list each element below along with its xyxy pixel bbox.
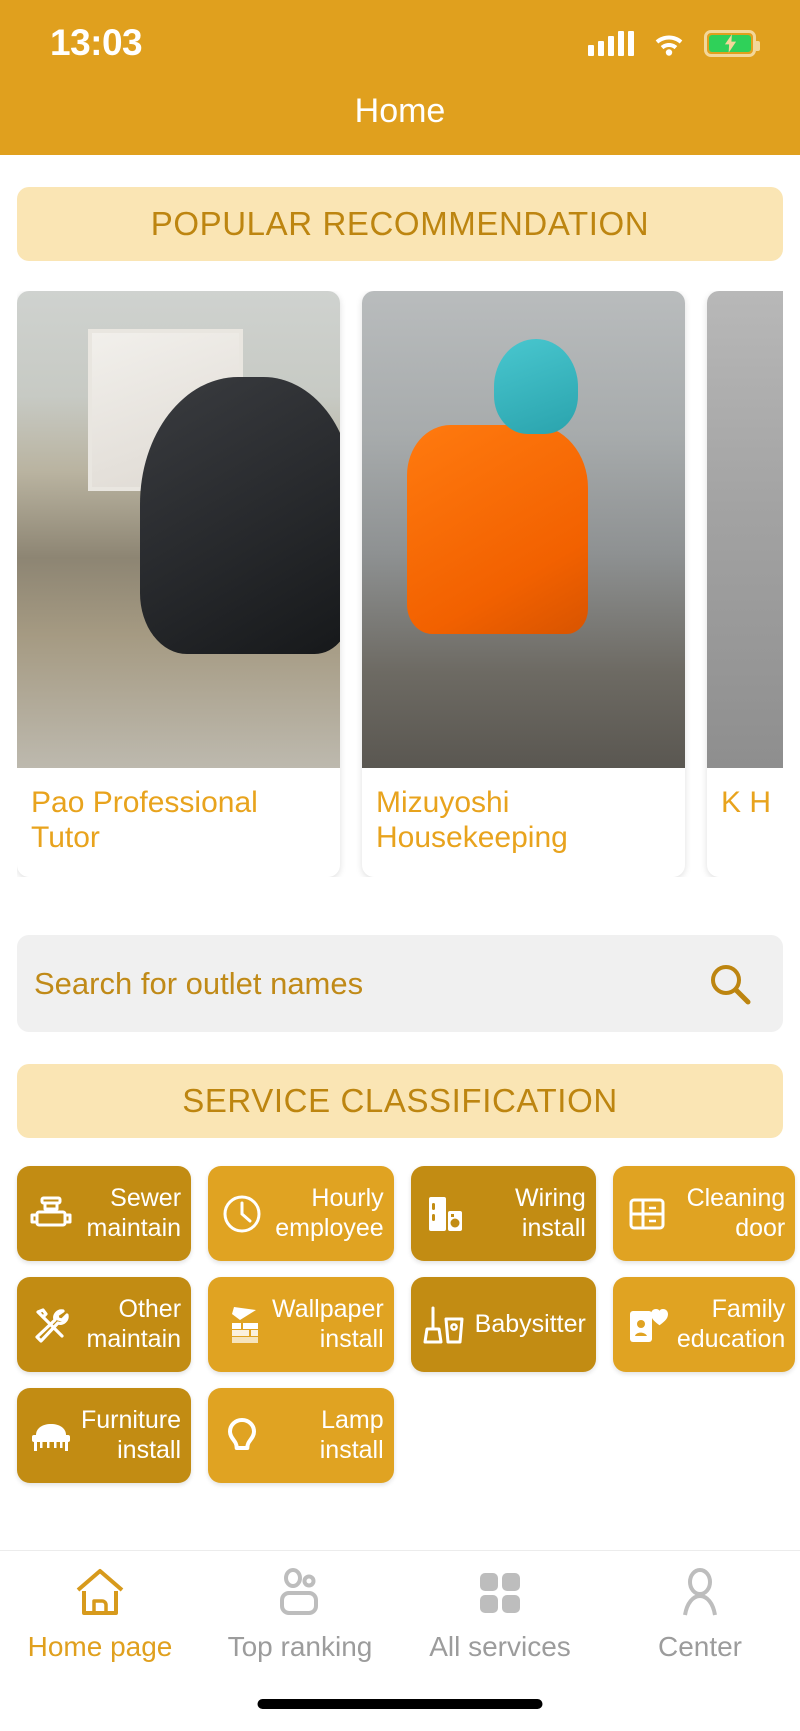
recommendation-card[interactable]: Mizuyoshi Housekeeping <box>362 291 685 877</box>
app-header: 13:03 Home <box>0 0 800 155</box>
third-photo <box>707 291 783 768</box>
service-tile-label: Furniture install <box>81 1406 182 1464</box>
recommendation-card-title: Pao Professional Tutor <box>31 786 258 854</box>
service-tile-label: Wallpaper install <box>272 1295 384 1353</box>
wifi-icon <box>652 30 686 56</box>
people-icon <box>271 1565 329 1621</box>
bottom-navigation: Home page Top ranking All services Cente… <box>0 1550 800 1731</box>
broom-bucket-icon <box>423 1303 467 1347</box>
status-time: 13:03 <box>50 22 143 63</box>
service-tile-babysitter[interactable]: Babysitter <box>410 1277 596 1372</box>
service-tile-sewer-maintain[interactable]: Sewer maintain <box>17 1166 192 1261</box>
status-bar: 13:03 <box>0 0 800 86</box>
service-tile-label: Babysitter <box>474 1309 586 1338</box>
bulb-icon <box>220 1414 264 1458</box>
page-title: Home <box>354 92 446 130</box>
person-heart-icon <box>625 1303 669 1347</box>
search-input[interactable]: Search for outlet names <box>34 966 363 1002</box>
home-indicator <box>257 1699 543 1709</box>
service-tile-label: Other maintain <box>86 1295 182 1353</box>
service-classification-label: SERVICE CLASSIFICATION <box>182 1082 618 1119</box>
appliance-icon <box>423 1192 467 1236</box>
recommendation-card-title: Mizuyoshi Housekeeping <box>376 786 568 854</box>
service-tile-wallpaper-install[interactable]: Wallpaper install <box>208 1277 394 1372</box>
service-tile-label: Sewer maintain <box>86 1184 182 1242</box>
service-tile-furniture-install[interactable]: Furniture install <box>17 1388 192 1483</box>
service-tile-label: Lamp install <box>319 1406 384 1464</box>
recommendation-card[interactable]: K H <box>707 291 783 877</box>
service-tile-label: Cleaning door <box>686 1184 786 1242</box>
tab-label: Center <box>657 1631 743 1662</box>
service-tile-hourly-employee[interactable]: Hourly employee <box>208 1166 394 1261</box>
service-tile-family-education[interactable]: Family education <box>612 1277 796 1372</box>
recommendation-carousel[interactable]: Pao Professional Tutor Mizuyoshi Houseke… <box>17 291 783 877</box>
service-tile-lamp-install[interactable]: Lamp install <box>208 1388 394 1483</box>
service-tile-label: Wiring install <box>515 1184 586 1242</box>
tab-center[interactable]: Center <box>600 1565 800 1731</box>
window-grid-icon <box>625 1192 669 1236</box>
grid-icon <box>471 1565 529 1621</box>
recommendation-card[interactable]: Pao Professional Tutor <box>17 291 340 877</box>
popular-recommendation-banner: POPULAR RECOMMENDATION <box>17 187 783 261</box>
service-tile-other-maintain[interactable]: Other maintain <box>17 1277 192 1372</box>
home-icon <box>71 1565 129 1621</box>
tab-label: Home page <box>27 1631 173 1662</box>
tutor-photo <box>17 291 340 768</box>
search-icon[interactable] <box>705 960 753 1008</box>
service-classification-banner: SERVICE CLASSIFICATION <box>17 1064 783 1138</box>
sewer-pipe-icon <box>29 1192 73 1236</box>
popular-recommendation-label: POPULAR RECOMMENDATION <box>150 205 650 242</box>
recommendation-card-title: K H <box>721 786 772 819</box>
service-tile-label: Family education <box>676 1295 786 1353</box>
search-bar[interactable]: Search for outlet names <box>17 935 783 1032</box>
service-tile-cleaning-door[interactable]: Cleaning door <box>612 1166 796 1261</box>
tab-home-page[interactable]: Home page <box>0 1565 200 1731</box>
service-tile-wiring-install[interactable]: Wiring install <box>410 1166 596 1261</box>
tab-label: Top ranking <box>227 1631 373 1662</box>
trowel-brick-icon <box>220 1303 264 1347</box>
user-icon <box>671 1565 729 1621</box>
bed-icon <box>29 1414 73 1458</box>
cellular-signal-icon <box>588 30 634 56</box>
tools-icon <box>29 1303 73 1347</box>
service-grid: Sewer maintain Hourly employee Wiring in… <box>17 1166 796 1483</box>
tab-label: All services <box>429 1631 571 1662</box>
clock-icon <box>220 1192 264 1236</box>
service-tile-label: Hourly employee <box>275 1184 384 1242</box>
main-content: POPULAR RECOMMENDATION Pao Professional … <box>0 187 800 1483</box>
housekeeping-photo <box>362 291 685 768</box>
status-icons <box>588 29 760 57</box>
battery-charging-icon <box>704 29 760 57</box>
